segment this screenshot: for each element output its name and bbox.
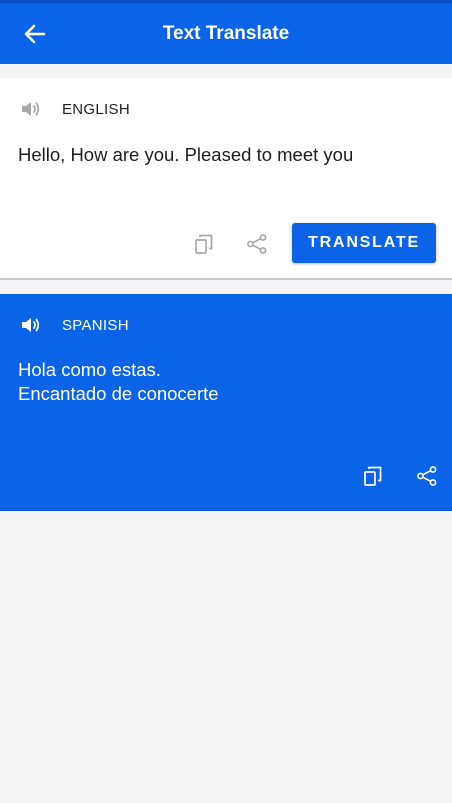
target-copy-button[interactable] bbox=[359, 462, 387, 490]
source-share-button[interactable] bbox=[243, 230, 271, 258]
target-card: SPANISH Hola como estas. Encantado de co… bbox=[0, 294, 452, 511]
share-icon bbox=[417, 466, 437, 486]
speaker-icon[interactable] bbox=[20, 315, 42, 335]
translated-line: Encantado de conocerte bbox=[18, 383, 219, 404]
divider bbox=[0, 278, 452, 280]
source-text[interactable]: Hello, How are you. Pleased to meet you bbox=[18, 143, 434, 167]
speaker-icon[interactable] bbox=[20, 99, 42, 119]
target-language-label: SPANISH bbox=[62, 316, 129, 334]
translate-button[interactable]: TRANSLATE bbox=[292, 223, 436, 263]
source-language-label: ENGLISH bbox=[62, 100, 130, 118]
target-share-button[interactable] bbox=[413, 462, 441, 490]
target-language-row: SPANISH bbox=[20, 314, 129, 336]
share-icon bbox=[247, 234, 267, 254]
source-card: ENGLISH Hello, How are you. Pleased to m… bbox=[0, 78, 452, 278]
app-bar: Text Translate bbox=[0, 0, 452, 64]
copy-icon bbox=[195, 234, 213, 254]
source-language-row: ENGLISH bbox=[20, 98, 130, 120]
copy-icon bbox=[364, 466, 382, 486]
translated-text[interactable]: Hola como estas. Encantado de conocerte bbox=[18, 358, 434, 406]
source-copy-button[interactable] bbox=[190, 230, 218, 258]
translated-line: Hola como estas. bbox=[18, 359, 161, 380]
page-title: Text Translate bbox=[162, 23, 290, 44]
